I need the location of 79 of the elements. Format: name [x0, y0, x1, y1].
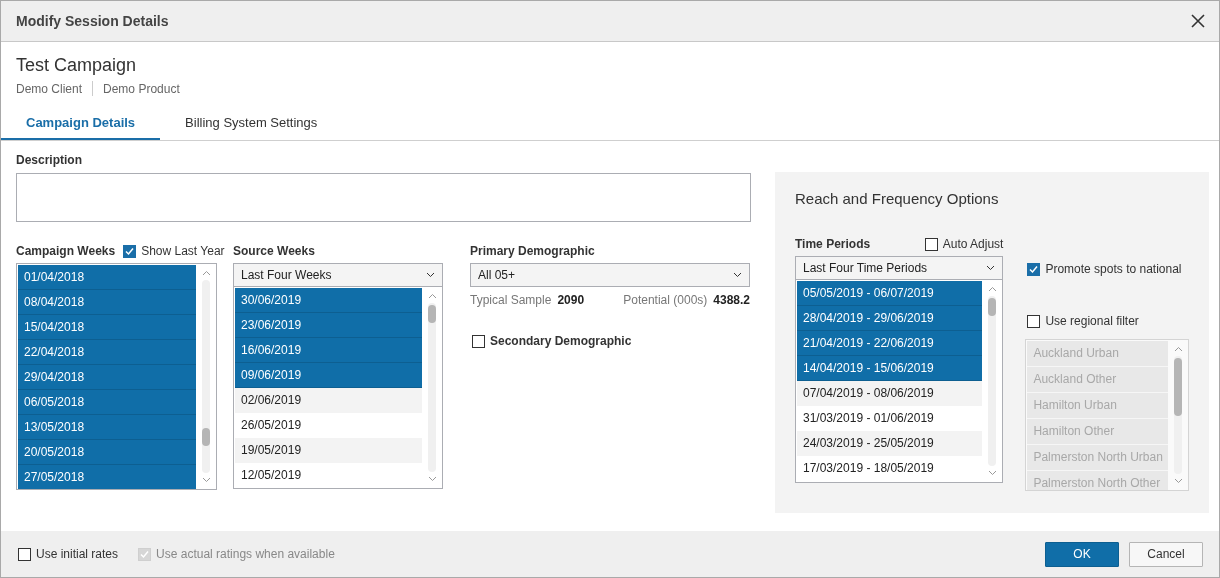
- close-icon[interactable]: [1191, 14, 1205, 28]
- scrollbar[interactable]: [202, 280, 210, 473]
- list-item[interactable]: 26/05/2019: [235, 413, 422, 438]
- ok-button[interactable]: OK: [1045, 541, 1119, 567]
- checkbox-label: Show Last Year: [141, 244, 225, 258]
- scroll-up-icon[interactable]: [427, 293, 437, 299]
- list-item[interactable]: 02/06/2019: [235, 388, 422, 413]
- list-item: Palmerston North Other: [1027, 471, 1168, 490]
- list-item[interactable]: 09/06/2019: [235, 363, 422, 388]
- checkbox[interactable]: [472, 334, 485, 348]
- dropdown[interactable]: Last Four Weeks: [233, 263, 443, 287]
- scroll-up-icon[interactable]: [987, 286, 997, 292]
- field-label: Source Weeks: [233, 244, 315, 258]
- scrollbar[interactable]: [428, 303, 436, 472]
- checkbox[interactable]: [924, 237, 938, 251]
- checkbox-label: Promote spots to national: [1045, 262, 1182, 276]
- list-item[interactable]: 24/03/2019 - 25/05/2019: [797, 431, 983, 456]
- list-item[interactable]: 21/04/2019 - 22/06/2019: [797, 331, 983, 356]
- list-item: Hamilton Urban: [1027, 393, 1168, 419]
- list-item: Auckland Other: [1027, 367, 1168, 393]
- cancel-button[interactable]: Cancel: [1129, 541, 1203, 567]
- field-label: Description: [16, 153, 83, 167]
- client-name: Demo Client: [16, 81, 83, 96]
- checkbox-label: Use initial rates: [36, 547, 119, 561]
- field-label: Primary Demographic: [470, 244, 595, 258]
- list-item[interactable]: 23/06/2019: [235, 313, 422, 338]
- scroll-down-icon[interactable]: [427, 476, 437, 482]
- checkbox-label: Use actual ratings when available: [156, 547, 335, 561]
- stat-value: 4388.2: [713, 293, 750, 307]
- list-item[interactable]: 06/05/2018: [18, 390, 196, 415]
- field-label: Time Periods: [795, 237, 871, 251]
- scroll-down-icon[interactable]: [987, 470, 997, 476]
- list-item[interactable]: 07/04/2019 - 08/06/2019: [797, 381, 983, 406]
- dropdown[interactable]: All 05+: [470, 263, 750, 287]
- list-item[interactable]: 29/04/2018: [18, 365, 196, 390]
- list-item: Auckland Urban: [1027, 341, 1168, 367]
- description-field[interactable]: [16, 173, 751, 222]
- list-item[interactable]: 27/05/2018: [18, 465, 196, 489]
- list-item[interactable]: 14/04/2019 - 15/06/2019: [797, 356, 983, 381]
- scroll-up-icon[interactable]: [201, 270, 211, 276]
- checkbox-label: Use regional filter: [1045, 314, 1139, 328]
- campaign-title: Test Campaign: [16, 55, 138, 76]
- panel-title: Reach and Frequency Options: [795, 190, 1000, 207]
- list-item: Palmerston North Urban: [1027, 445, 1168, 471]
- list-item[interactable]: 28/04/2019 - 29/06/2019: [797, 306, 983, 331]
- checkbox-label: Secondary Demographic: [490, 334, 632, 348]
- stat-label: Typical Sample: [470, 293, 552, 307]
- list-item[interactable]: 31/03/2019 - 01/06/2019: [797, 406, 983, 431]
- list-item[interactable]: 05/05/2019 - 06/07/2019: [797, 281, 983, 306]
- tab[interactable]: Billing System Settings: [160, 106, 343, 140]
- window-title: Modify Session Details: [16, 13, 169, 29]
- checkbox[interactable]: [18, 547, 31, 561]
- list-item[interactable]: 01/04/2018: [18, 265, 196, 290]
- stat-label: Potential (000s): [623, 293, 708, 307]
- list-item[interactable]: 17/03/2019 - 18/05/2019: [797, 456, 983, 481]
- list-item[interactable]: 15/04/2018: [18, 315, 196, 340]
- list-item[interactable]: 20/05/2018: [18, 440, 196, 465]
- list-item[interactable]: 12/05/2019: [235, 463, 422, 488]
- scroll-down-icon[interactable]: [201, 477, 211, 483]
- list-item[interactable]: 08/04/2018: [18, 290, 196, 315]
- chevron-icon: [426, 272, 435, 278]
- list-item[interactable]: 22/04/2018: [18, 340, 196, 365]
- checkbox[interactable]: [1027, 262, 1041, 276]
- checkbox-label: Auto Adjust: [942, 237, 1004, 251]
- field-label: Campaign Weeks: [16, 244, 116, 258]
- product-name: Demo Product: [103, 81, 180, 96]
- chevron-icon: [733, 272, 742, 278]
- checkbox[interactable]: [1027, 314, 1041, 328]
- dropdown[interactable]: Last Four Time Periods: [795, 256, 1004, 280]
- list-item: Hamilton Other: [1027, 419, 1168, 445]
- list-item[interactable]: 30/06/2019: [235, 288, 422, 313]
- list-item[interactable]: 16/06/2019: [235, 338, 422, 363]
- scrollbar[interactable]: [988, 296, 997, 466]
- list-item[interactable]: 19/05/2019: [235, 438, 422, 463]
- chevron-icon: [986, 265, 996, 271]
- tab[interactable]: Campaign Details: [1, 106, 161, 140]
- list-item[interactable]: 13/05/2018: [18, 415, 196, 440]
- checkbox[interactable]: [123, 244, 137, 258]
- stat-value: 2090: [557, 293, 585, 307]
